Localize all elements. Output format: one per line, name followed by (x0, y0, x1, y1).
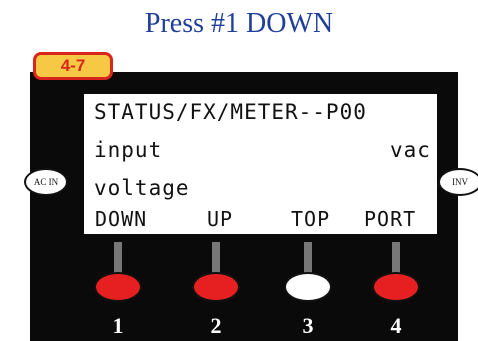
page-title: Press #1 DOWN (144, 8, 334, 39)
display-line-3: voltage (94, 176, 190, 200)
display-line-2-right: vac (390, 138, 431, 162)
softkey-button-3[interactable] (284, 272, 332, 302)
softkey-label-top: TOP (291, 207, 331, 231)
inv-indicator: INV (438, 168, 478, 196)
softkey-label-up: UP (207, 207, 234, 231)
softkey-label-port: PORT (364, 207, 417, 231)
step-tag: 4-7 (33, 52, 113, 80)
button-2-stem (212, 242, 220, 274)
softkey-button-2[interactable] (192, 272, 240, 302)
button-number-4: 4 (390, 313, 402, 338)
button-number-1: 1 (112, 313, 124, 338)
display-line-2-left: input (94, 138, 163, 162)
button-3-stem (304, 242, 312, 274)
ac-in-indicator: AC IN (24, 168, 68, 196)
button-1-stem (114, 242, 122, 274)
softkey-button-4[interactable] (372, 272, 420, 302)
display-line-1: STATUS/FX/METER--P00 (94, 100, 367, 124)
softkey-label-down: DOWN (95, 207, 148, 231)
button-number-3: 3 (302, 313, 314, 338)
softkey-button-1[interactable] (94, 272, 142, 302)
button-4-stem (392, 242, 400, 274)
button-number-2: 2 (210, 313, 222, 338)
